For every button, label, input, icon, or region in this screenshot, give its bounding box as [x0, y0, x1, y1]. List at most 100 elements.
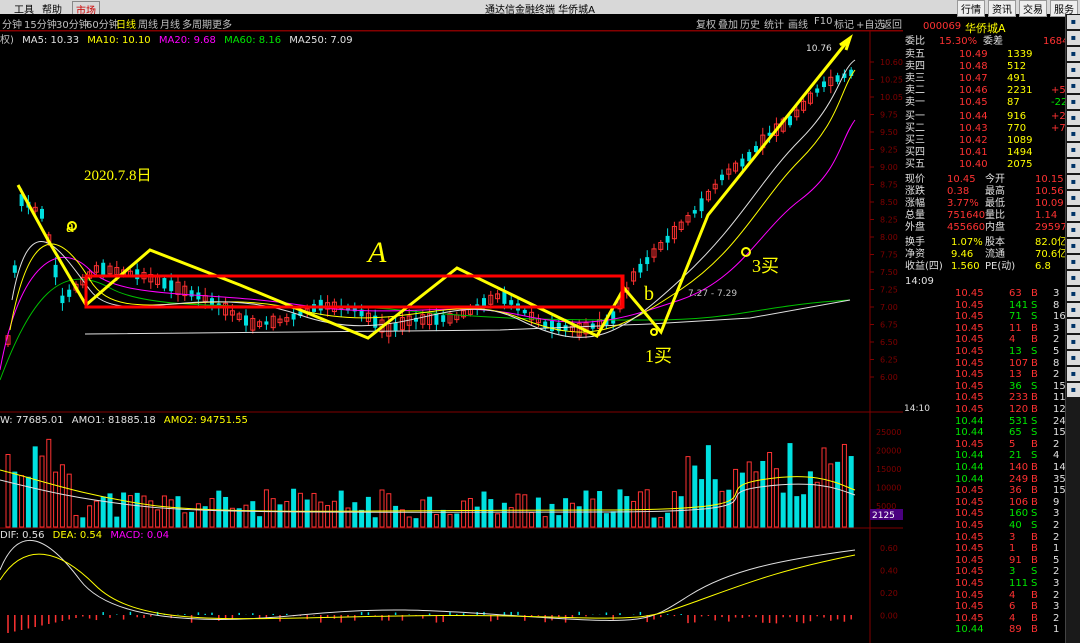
- volume-bar: [53, 471, 59, 528]
- ask-volume: 491: [1007, 73, 1027, 84]
- tick-price: 10.45: [955, 322, 984, 334]
- trade-button[interactable]: 交易: [1019, 0, 1047, 17]
- axis-time-label: 14:10: [904, 404, 930, 414]
- tick-volume: 3: [1009, 531, 1016, 543]
- volume-bar: [467, 498, 473, 528]
- tick-row: 10.45 36 B 15: [903, 485, 1066, 497]
- price-tick-label: 7.50: [880, 268, 898, 277]
- ma-icon[interactable]: ▪: [1067, 207, 1080, 221]
- tick-row: 10.45 3 S 2: [903, 566, 1065, 577]
- m1-icon[interactable]: ▪: [1067, 223, 1080, 237]
- volume-bar: [114, 516, 120, 528]
- month-icon[interactable]: ▪: [1067, 335, 1080, 349]
- volume-bar: [488, 499, 494, 528]
- tick-volume: 106: [1009, 496, 1029, 508]
- list-icon[interactable]: ▪: [1067, 63, 1080, 77]
- volume-bar: [338, 490, 344, 528]
- volume-bar: [685, 456, 691, 528]
- week-icon[interactable]: ▪: [1067, 319, 1080, 333]
- news-icon[interactable]: ▪: [1067, 79, 1080, 93]
- info-icon[interactable]: ▪: [1067, 111, 1080, 125]
- volume-bar: [848, 456, 854, 528]
- candle-body: [720, 174, 724, 181]
- stat-value: 1.560: [951, 261, 980, 272]
- stat-value: 455660: [947, 222, 986, 233]
- macd-icon[interactable]: ▪: [1067, 175, 1080, 189]
- stat-label: 股本: [985, 237, 1005, 248]
- m60-icon[interactable]: ▪: [1067, 287, 1080, 301]
- f10-icon[interactable]: ▪: [1067, 95, 1080, 109]
- doc-icon[interactable]: ▪: [1067, 31, 1080, 45]
- link-icon[interactable]: ▪: [1067, 127, 1080, 141]
- stat-row: 涨幅 3.77% 最低 10.09: [903, 198, 1065, 209]
- tick-side: B: [1031, 485, 1038, 497]
- m15-icon[interactable]: ▪: [1067, 255, 1080, 269]
- tick-row: 10.45 36 S 15: [903, 381, 1066, 392]
- candle-body: [522, 309, 527, 314]
- candle-body: [67, 289, 72, 297]
- volume-bar: [87, 505, 93, 528]
- volume-bar: [257, 516, 263, 528]
- volume-tick-label: 15000: [876, 465, 901, 474]
- tick-row: 10.45 111 S 3: [903, 578, 1065, 589]
- tick-count: 3: [1053, 578, 1060, 589]
- annotation-buy3: 3买: [752, 256, 779, 276]
- volume-bar: [141, 495, 147, 528]
- news-button[interactable]: 资讯: [988, 0, 1016, 17]
- tick-side: B: [1031, 612, 1038, 624]
- stat-value: 0.38: [947, 186, 970, 197]
- tick-count: 3: [1053, 508, 1060, 520]
- tick-side: S: [1031, 508, 1038, 520]
- quote-button[interactable]: 行情: [957, 0, 985, 17]
- kline-chart[interactable]: 10.60 10.25 10.05 9.75 9.50 9.25 9.00 8.75 8.50 8…: [0, 0, 903, 643]
- n-icon[interactable]: ▪: [1067, 351, 1080, 365]
- season-icon[interactable]: ▪: [1067, 367, 1080, 381]
- tick-count: 14: [1053, 462, 1066, 473]
- volume-bar: [794, 496, 800, 528]
- tick-volume: 531: [1009, 415, 1029, 427]
- stat-value: 6.8: [1035, 261, 1051, 272]
- ask-price: 10.49: [959, 49, 988, 60]
- tick-count: 16: [1053, 311, 1066, 323]
- tick-price: 10.45: [955, 589, 984, 601]
- tick-price: 10.45: [955, 357, 984, 369]
- volume-bar: [569, 502, 575, 528]
- tick-price: 10.45: [955, 392, 984, 404]
- stock-name: 华侨城A: [965, 22, 1006, 35]
- rsi-icon[interactable]: ▪: [1067, 143, 1080, 157]
- ask-row: 卖五 10.49 1339: [903, 49, 1065, 60]
- tick-price: 10.44: [955, 427, 984, 439]
- volume-bar: [304, 499, 310, 528]
- tick-side: S: [1031, 299, 1038, 311]
- bid-price: 10.43: [959, 123, 988, 134]
- stat-value: 1.07%: [951, 237, 983, 248]
- tick-volume: 13: [1009, 346, 1022, 357]
- stat-row: 换手 1.07% 股本 82.0亿: [903, 237, 1067, 248]
- price-tick-label: 8.75: [880, 181, 898, 190]
- volume-bar: [801, 494, 807, 528]
- gear-icon[interactable]: ▪: [1067, 15, 1080, 29]
- day-icon[interactable]: ▪: [1067, 303, 1080, 317]
- candle-body: [53, 264, 58, 278]
- m30-icon[interactable]: ▪: [1067, 271, 1080, 285]
- tick-volume: 4: [1009, 589, 1016, 601]
- stat-label: 现价: [905, 174, 925, 185]
- year-icon[interactable]: ▪: [1067, 383, 1080, 397]
- volume-bar: [5, 454, 11, 528]
- vol-icon[interactable]: ▪: [1067, 191, 1080, 205]
- volume-bar: [590, 498, 596, 528]
- ask-price: 10.47: [959, 73, 988, 84]
- bid-row: 买五 10.40 2075: [903, 159, 1065, 170]
- kdj-icon[interactable]: ▪: [1067, 159, 1080, 173]
- volume-bar: [726, 489, 732, 528]
- tick-side: S: [1031, 427, 1038, 439]
- candle-body: [196, 292, 201, 300]
- price-tick-label: 9.50: [880, 128, 898, 137]
- candle-body: [244, 315, 248, 326]
- volume-bar: [331, 500, 337, 528]
- stat-label: 涨跌: [905, 186, 925, 197]
- tick-price: 10.45: [955, 485, 984, 497]
- m5-icon[interactable]: ▪: [1067, 239, 1080, 253]
- chart-icon[interactable]: ▪: [1067, 47, 1080, 61]
- ask-row: 卖二 10.46 2231 +5: [903, 85, 1066, 96]
